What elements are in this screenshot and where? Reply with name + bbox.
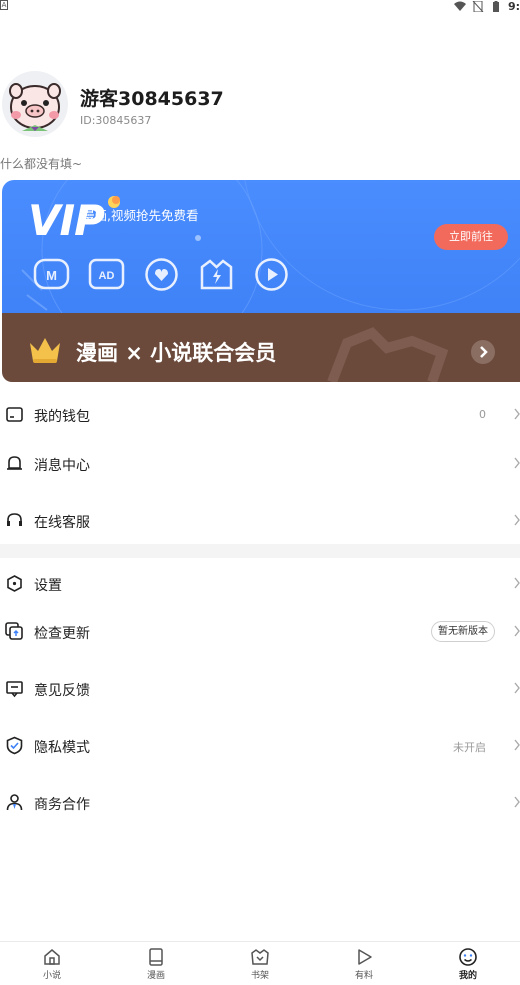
avatar[interactable]: [2, 71, 68, 137]
ad-free-icon: AD: [88, 258, 125, 290]
clock: 9:: [507, 0, 520, 13]
nav-tab-novel[interactable]: 小说: [0, 942, 104, 985]
update-icon: [5, 622, 23, 640]
nav-label: 小说: [42, 971, 61, 981]
vip-benefits: M AD: [33, 257, 290, 292]
chevron-right-icon[interactable]: [471, 340, 495, 364]
lightning-icon: [200, 259, 233, 290]
menu-item-settings[interactable]: 设置: [0, 564, 520, 604]
nav-label: 漫画: [146, 971, 165, 981]
menu-item-privacy-mode[interactable]: 隐私模式 未开启: [0, 726, 520, 766]
version-status-badge: 暂无新版本: [431, 621, 495, 642]
privacy-status: 未开启: [453, 741, 486, 754]
play-icon: [255, 258, 288, 291]
crown-icon: [30, 338, 60, 363]
menu-item-check-update[interactable]: 检查更新 暂无新版本: [0, 612, 520, 652]
menu-item-support[interactable]: 在线客服: [0, 501, 520, 541]
smile-icon: [459, 948, 477, 966]
section-divider: [0, 544, 520, 558]
menu-item-business[interactable]: 商务合作: [0, 783, 520, 823]
chevron-right-icon: [514, 514, 520, 526]
vip-cta-button[interactable]: 立即前往: [434, 224, 508, 250]
nav-tab-feed[interactable]: 有料: [312, 942, 416, 985]
menu-item-label: 在线客服: [34, 515, 90, 531]
menu-item-label: 商务合作: [34, 797, 90, 813]
bookshelf-icon: [251, 949, 269, 965]
heart-icon: [145, 258, 178, 291]
menu-item-label: 意见反馈: [34, 683, 90, 699]
nav-tab-bookshelf[interactable]: 书架: [208, 942, 312, 985]
bell-icon: [7, 456, 22, 470]
vip-subtitle: 漫画,视频抢先免费看: [82, 208, 199, 223]
menu-item-label: 消息中心: [34, 458, 90, 474]
combo-membership-title: 漫画 × 小说联合会员: [76, 341, 277, 365]
settings-icon: [7, 575, 22, 592]
chevron-right-icon: [514, 625, 520, 637]
menu-item-wallet[interactable]: 我的钱包 0: [0, 395, 520, 435]
chevron-right-icon: [514, 577, 520, 589]
menu-item-label: 我的钱包: [34, 409, 90, 425]
profile-page: A 9: 游客30845637 ID:30845637 什么都没有填~ VIP …: [0, 0, 520, 985]
user-bio: 什么都没有填~: [0, 157, 83, 171]
chevron-right-icon: [514, 457, 520, 469]
menu-item-messages[interactable]: 消息中心: [0, 444, 520, 484]
nav-label: 我的: [458, 971, 477, 981]
m-badge-icon: M: [33, 258, 70, 290]
svg-text:AD: AD: [99, 270, 115, 282]
menu-item-label: 设置: [34, 578, 62, 594]
bottom-nav: 小说 漫画 书架 有料 我的: [0, 941, 520, 985]
feedback-icon: [6, 681, 23, 698]
wallet-balance: 0: [479, 408, 486, 421]
book-icon: [149, 948, 163, 966]
shield-icon: [6, 736, 23, 755]
username: 游客30845637: [80, 88, 224, 110]
nav-label: 有料: [354, 971, 373, 981]
wallet-icon: [6, 407, 23, 422]
business-icon: [6, 794, 23, 811]
nav-tab-comic[interactable]: 漫画: [104, 942, 208, 985]
wifi-icon: [453, 1, 466, 11]
user-id: ID:30845637: [80, 114, 152, 127]
chevron-right-icon: [514, 796, 520, 808]
chevron-right-icon: [514, 408, 520, 420]
menu-item-label: 检查更新: [34, 626, 90, 642]
menu-item-feedback[interactable]: 意见反馈: [0, 669, 520, 709]
chevron-right-icon: [514, 739, 520, 751]
notification-badge: A: [0, 0, 8, 10]
headset-icon: [7, 513, 22, 526]
menu-item-label: 隐私模式: [34, 740, 90, 756]
nav-tab-me[interactable]: 我的: [416, 942, 520, 985]
chevron-right-icon: [514, 682, 520, 694]
no-sim-icon: [472, 1, 484, 12]
battery-icon: [492, 1, 499, 12]
play-icon: [358, 949, 372, 965]
home-icon: [44, 949, 60, 965]
svg-text:M: M: [46, 268, 57, 283]
status-bar: A 9:: [0, 0, 520, 14]
nav-label: 书架: [250, 971, 269, 981]
